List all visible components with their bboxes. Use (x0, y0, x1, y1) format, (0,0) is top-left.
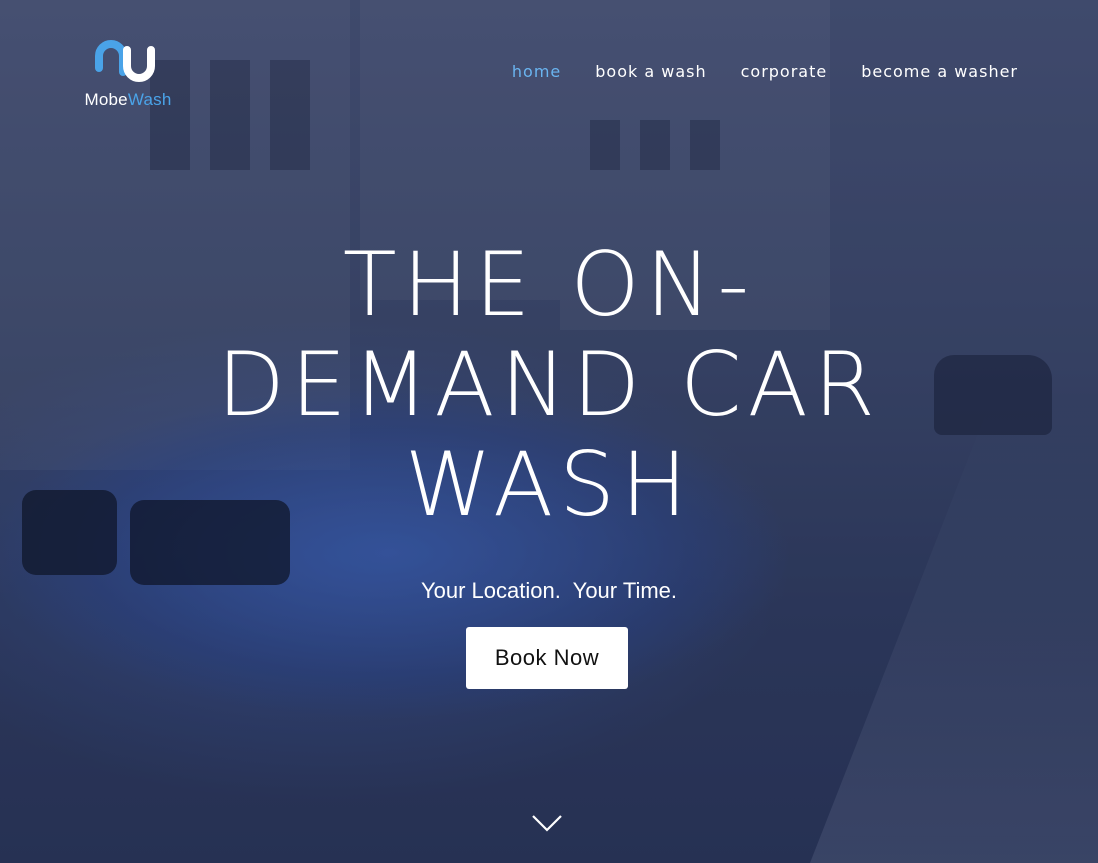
headline-line-2: DEMAND CAR (217, 333, 881, 436)
logo-text-wash: Wash (127, 90, 172, 109)
book-now-button[interactable]: Book Now (466, 627, 628, 689)
hero-tagline: Your Location. Your Time. (420, 578, 678, 603)
logo-mark-icon (95, 40, 155, 82)
nav-corporate[interactable]: corporate (741, 62, 828, 81)
headline-line-3: WASH (404, 433, 694, 536)
chevron-down-icon[interactable] (531, 812, 563, 834)
nav-become-a-washer[interactable]: become a washer (861, 62, 1018, 81)
headline-line-1: THE ON- (342, 233, 756, 336)
nav-book-a-wash[interactable]: book a wash (595, 62, 706, 81)
logo-text-mobe: Mobe (84, 90, 128, 109)
hero-headline: THE ON- DEMAND CAR WASH (0, 235, 1098, 535)
logo-wordmark: MobeWash (78, 90, 178, 110)
brand-logo[interactable]: MobeWash (78, 36, 178, 110)
nav-home[interactable]: home (512, 62, 561, 81)
main-nav: home book a wash corporate become a wash… (512, 62, 1018, 81)
